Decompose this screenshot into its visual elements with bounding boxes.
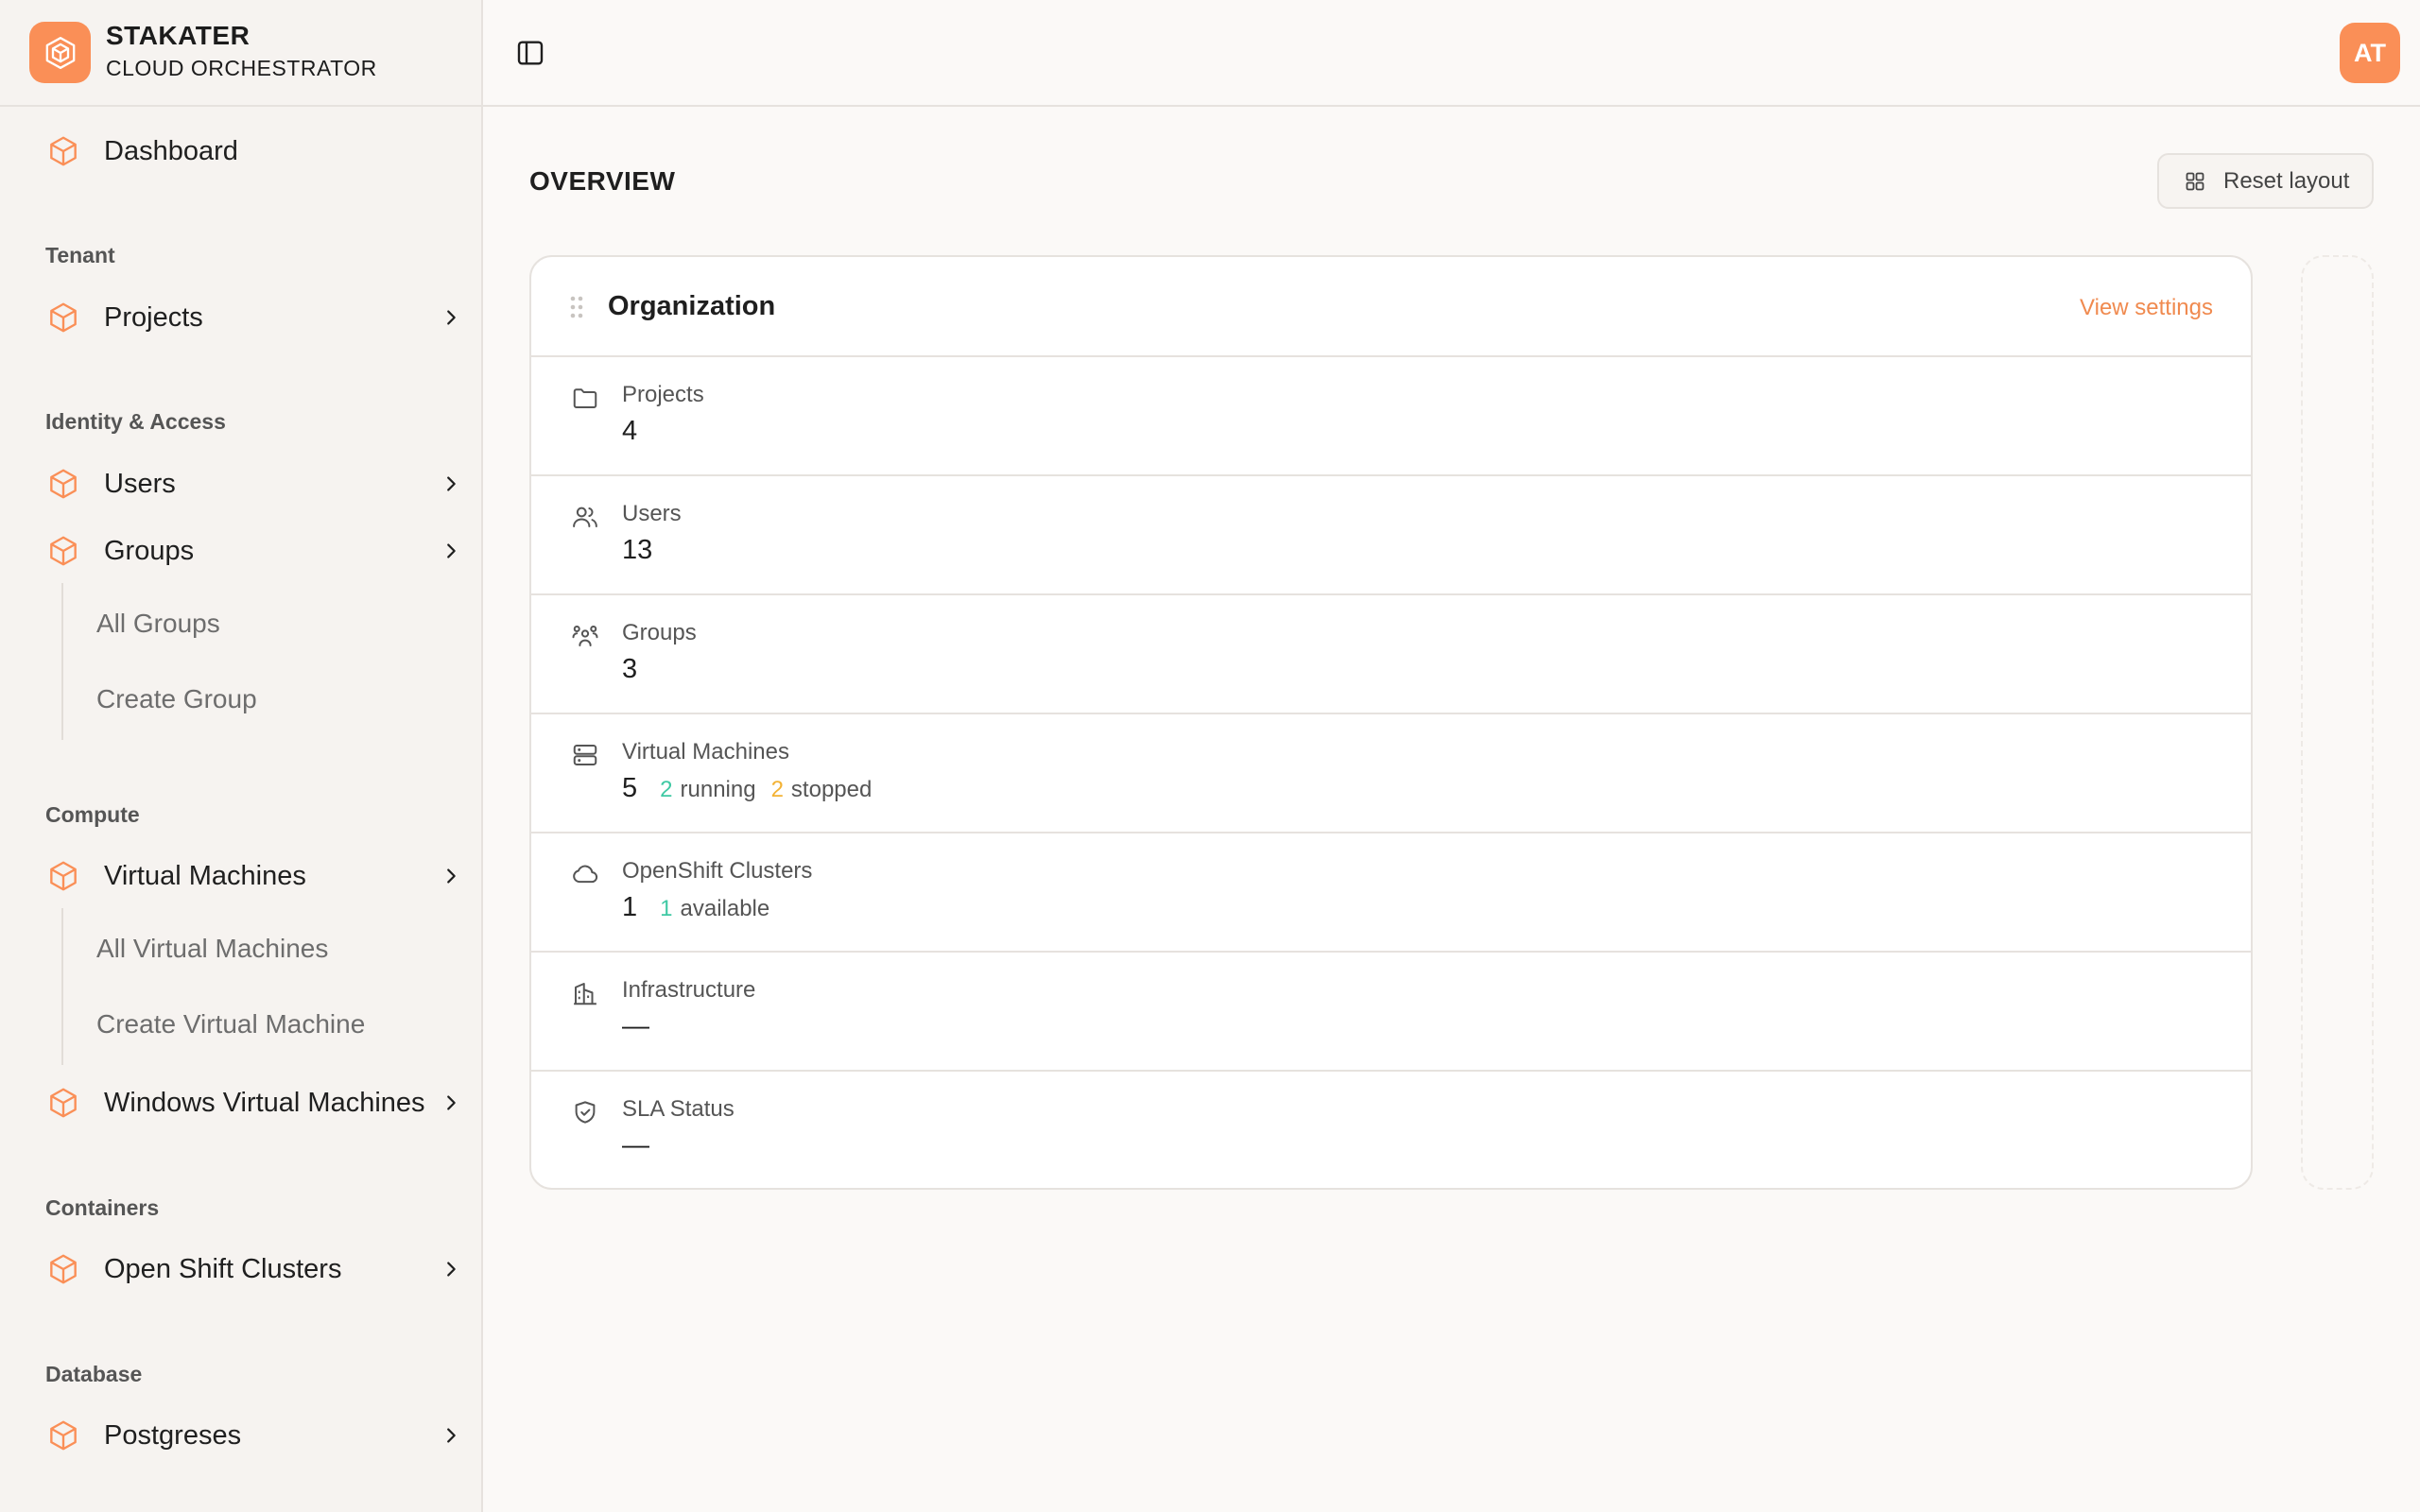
submenu-rail xyxy=(61,583,63,740)
stat-value: 4 xyxy=(622,416,638,446)
view-settings-link[interactable]: View settings xyxy=(2080,295,2213,321)
cube-icon xyxy=(50,136,77,166)
chevron-right-icon xyxy=(447,543,456,558)
sidebar-subitem-create-group[interactable]: Create Group xyxy=(96,684,257,714)
sidebar-item-groups[interactable]: Groups xyxy=(45,524,461,577)
cube-icon xyxy=(50,1088,77,1118)
sidebar: STAKATER CLOUD ORCHESTRATOR Dashboard Te… xyxy=(0,0,483,1512)
topbar: AT xyxy=(483,0,2420,107)
users-icon xyxy=(573,507,597,527)
section-title-containers: Containers xyxy=(45,1195,160,1220)
sidebar-item-label: Dashboard xyxy=(104,135,238,166)
sidebar-item-dashboard[interactable]: Dashboard xyxy=(45,125,461,178)
sidebar-item-projects[interactable]: Projects xyxy=(45,291,461,344)
sidebar-subitem-all-vms[interactable]: All Virtual Machines xyxy=(96,934,328,964)
submenu-rail xyxy=(61,908,63,1065)
cube-icon xyxy=(50,1254,77,1284)
stat-row-openshift-clusters[interactable]: OpenShift Clusters 1 1 available xyxy=(531,833,2251,953)
sidebar-subitem-create-vm[interactable]: Create Virtual Machine xyxy=(96,1009,365,1040)
stat-label: SLA Status xyxy=(622,1096,735,1122)
sidebar-item-virtual-machines[interactable]: Virtual Machines xyxy=(45,850,461,902)
chevron-right-icon xyxy=(447,1262,456,1277)
reset-layout-button[interactable]: Reset layout xyxy=(2157,153,2374,209)
available-label: available xyxy=(680,896,770,921)
cube-icon xyxy=(50,469,77,499)
stat-label: Infrastructure xyxy=(622,977,756,1003)
cube-icon xyxy=(50,1420,77,1451)
stat-row-sla-status[interactable]: SLA Status — xyxy=(531,1072,2251,1188)
reset-layout-label: Reset layout xyxy=(2223,167,2350,194)
cube-icon xyxy=(50,536,77,566)
folder-icon xyxy=(573,388,597,408)
stat-row-groups[interactable]: Groups 3 xyxy=(531,595,2251,714)
sidebar-item-label: Projects xyxy=(104,301,203,333)
avatar[interactable]: AT xyxy=(2340,23,2400,83)
section-title-database: Database xyxy=(45,1362,143,1386)
building-icon xyxy=(574,983,596,1005)
sidebar-item-label: Open Shift Clusters xyxy=(104,1253,342,1284)
sidebar-item-openshift[interactable]: Open Shift Clusters xyxy=(45,1243,461,1296)
sidebar-item-postgreses[interactable]: Postgreses xyxy=(45,1409,461,1462)
chevron-right-icon xyxy=(447,476,456,491)
widget-drop-placeholder xyxy=(2301,255,2374,1190)
card-title: Organization xyxy=(608,291,776,321)
stat-label: Users xyxy=(622,501,682,526)
stat-label: Groups xyxy=(622,620,697,645)
stat-row-users[interactable]: Users 13 xyxy=(531,476,2251,595)
stat-value: 1 xyxy=(622,892,638,922)
chevron-right-icon xyxy=(447,1428,456,1443)
logo-icon xyxy=(45,36,75,69)
brand: STAKATER CLOUD ORCHESTRATOR xyxy=(0,0,481,107)
cloud-icon xyxy=(573,865,598,884)
shield-check-icon xyxy=(575,1101,596,1124)
brand-logo[interactable] xyxy=(29,22,91,83)
stat-row-infrastructure[interactable]: Infrastructure — xyxy=(531,953,2251,1072)
stat-row-virtual-machines[interactable]: Virtual Machines 5 2 running 2 stopped xyxy=(531,714,2251,833)
cube-icon xyxy=(50,861,77,891)
card-header: Organization View settings xyxy=(531,257,2251,357)
stat-row-projects[interactable]: Projects 4 xyxy=(531,357,2251,476)
running-status: 2 running xyxy=(660,777,755,803)
stat-value: — xyxy=(622,1130,649,1160)
sidebar-item-label: Virtual Machines xyxy=(104,860,306,891)
group-icon xyxy=(572,626,598,646)
brand-subtitle: CLOUD ORCHESTRATOR xyxy=(106,56,377,80)
stat-label: OpenShift Clusters xyxy=(622,858,813,884)
sidebar-item-label: Users xyxy=(104,468,176,499)
stat-label: Projects xyxy=(622,382,704,407)
available-count: 1 xyxy=(660,896,673,921)
stat-value: 3 xyxy=(622,654,638,684)
section-title-tenant: Tenant xyxy=(45,243,115,267)
available-status: 1 available xyxy=(660,896,769,922)
stat-label: Virtual Machines xyxy=(622,739,789,765)
sidebar-item-windows-vms[interactable]: Windows Virtual Machines xyxy=(45,1076,461,1129)
sidebar-item-users[interactable]: Users xyxy=(45,457,461,510)
running-count: 2 xyxy=(660,777,673,802)
stat-value: — xyxy=(622,1011,649,1041)
page-title: OVERVIEW xyxy=(529,166,676,196)
stat-value: 5 xyxy=(622,773,638,803)
section-title-identity: Identity & Access xyxy=(45,409,226,434)
sidebar-toggle-icon[interactable] xyxy=(515,38,545,68)
server-icon xyxy=(573,745,597,765)
drag-handle-icon[interactable] xyxy=(569,295,584,319)
running-label: running xyxy=(680,777,756,802)
sidebar-item-label: Windows Virtual Machines xyxy=(104,1087,425,1118)
chevron-right-icon xyxy=(447,1095,456,1110)
stat-value: 13 xyxy=(622,535,653,565)
sidebar-item-label: Postgreses xyxy=(104,1419,242,1451)
section-title-compute: Compute xyxy=(45,802,140,827)
stopped-label: stopped xyxy=(790,777,873,802)
stopped-status: 2 stopped xyxy=(771,777,873,803)
chevron-right-icon xyxy=(447,868,456,884)
organization-card: Organization View settings Projects 4 Us… xyxy=(529,255,2253,1190)
grid-icon xyxy=(2186,172,2204,190)
sidebar-item-label: Groups xyxy=(104,535,195,566)
cube-icon xyxy=(50,302,77,333)
stopped-count: 2 xyxy=(770,777,784,802)
brand-name: STAKATER xyxy=(106,21,251,50)
chevron-right-icon xyxy=(447,310,456,325)
sidebar-subitem-all-groups[interactable]: All Groups xyxy=(96,609,220,639)
